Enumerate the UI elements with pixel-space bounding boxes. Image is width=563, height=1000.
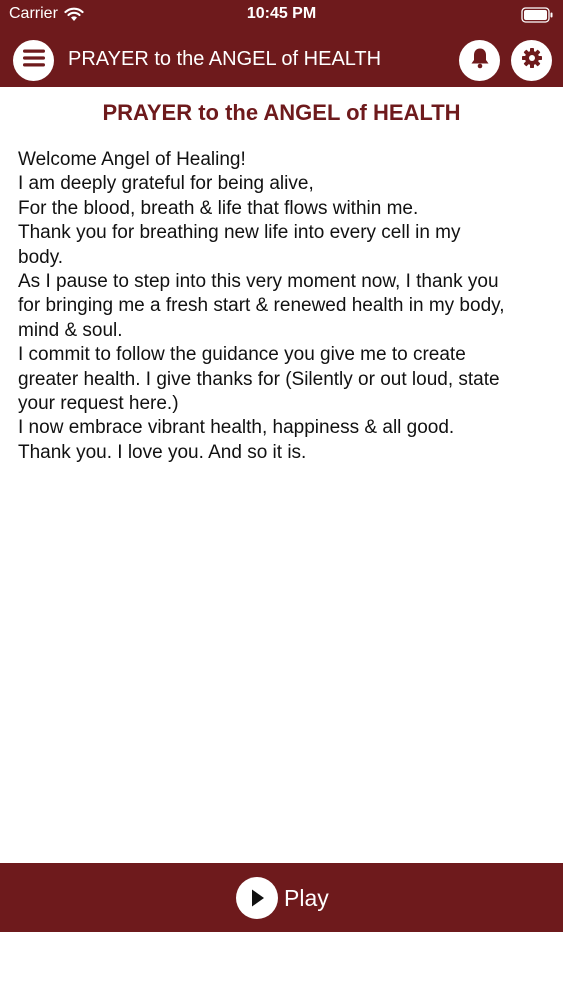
prayer-content: PRAYER to the ANGEL of HEALTH Welcome An…: [0, 87, 563, 863]
prayer-line: for bringing me a fresh start & renewed …: [18, 295, 505, 317]
battery-icon: [521, 7, 554, 23]
menu-button[interactable]: [13, 40, 54, 81]
prayer-line: body.: [18, 246, 64, 268]
page-title: PRAYER to the ANGEL of HEALTH: [102, 100, 461, 125]
settings-button[interactable]: [511, 40, 552, 81]
bottom-safe-area: [0, 932, 563, 1000]
prayer-line: I am deeply grateful for being alive,: [18, 173, 314, 195]
status-bar: Carrier 10:45 PM: [0, 0, 563, 30]
prayer-line: greater health. I give thanks for (Silen…: [18, 368, 500, 390]
header: Carrier 10:45 PM PRAYER to the ANGEL of …: [0, 0, 563, 87]
prayer-line: mind & soul.: [18, 319, 123, 341]
app-screen: Carrier 10:45 PM PRAYER to the ANGEL of …: [0, 0, 563, 1000]
play-icon: [236, 877, 278, 919]
gear-icon: [521, 47, 543, 74]
prayer-text: Welcome Angel of Healing! I am deeply gr…: [18, 148, 553, 465]
prayer-line: Thank you for breathing new life into ev…: [18, 222, 461, 244]
notifications-button[interactable]: [459, 40, 500, 81]
bell-icon: [470, 47, 490, 74]
prayer-line: Welcome Angel of Healing!: [18, 149, 246, 170]
nav-title: PRAYER to the ANGEL of HEALTH: [68, 48, 382, 70]
prayer-line: As I pause to step into this very moment…: [18, 271, 499, 293]
prayer-line: Thank you. I love you. And so it is.: [18, 441, 307, 463]
prayer-line: I now embrace vibrant health, happiness …: [18, 417, 455, 439]
prayer-line: your request here.): [18, 393, 179, 415]
play-button[interactable]: Play: [236, 877, 329, 919]
navigation-bar: PRAYER to the ANGEL of HEALTH: [0, 30, 563, 87]
prayer-line: For the blood, breath & life that flows …: [18, 197, 419, 219]
play-label: Play: [284, 884, 329, 911]
prayer-line: I commit to follow the guidance you give…: [18, 344, 466, 366]
player-bar: Play: [0, 863, 563, 932]
status-time: 10:45 PM: [246, 5, 317, 22]
menu-icon: [22, 49, 45, 72]
